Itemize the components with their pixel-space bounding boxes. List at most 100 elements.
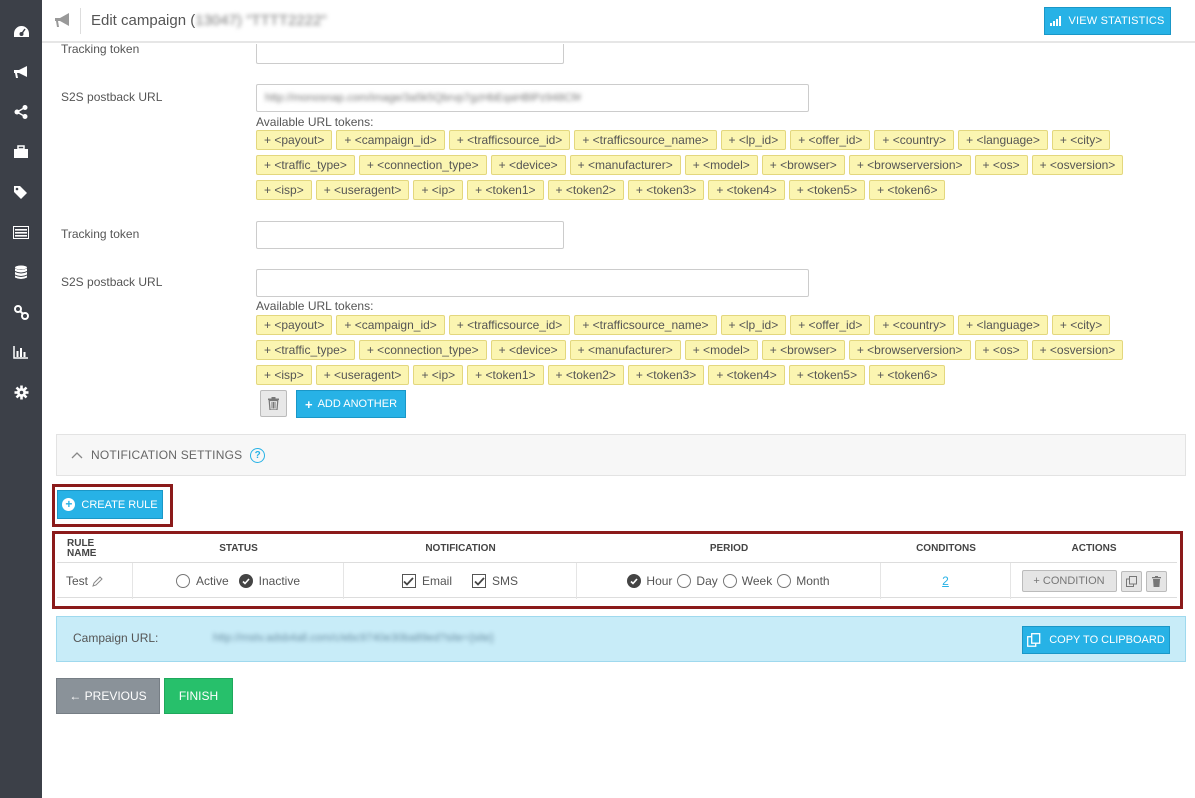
token-country[interactable]: + <country> — [874, 315, 955, 335]
delete-rule-button[interactable] — [1145, 570, 1167, 592]
token-useragent[interactable]: + <useragent> — [315, 180, 410, 200]
header-rule-name: RULE NAME — [67, 538, 97, 559]
token-token1[interactable]: + <token1> — [467, 365, 544, 385]
gear-icon[interactable] — [11, 382, 31, 402]
view-statistics-button[interactable]: VIEW STATISTICS — [1044, 7, 1171, 35]
tracking-token-input-1[interactable] — [256, 44, 564, 64]
token-token5[interactable]: + <token5> — [788, 365, 866, 385]
token-model[interactable]: + <model> — [684, 155, 758, 175]
copy-to-clipboard-button[interactable]: COPY TO CLIPBOARD — [1022, 626, 1170, 654]
token-model[interactable]: + <model> — [684, 340, 758, 360]
token-manufacturer[interactable]: + <manufacturer> — [569, 155, 681, 175]
previous-button[interactable]: ← PREVIOUS — [56, 678, 160, 714]
token-ip[interactable]: + <ip> — [413, 365, 464, 385]
pencil-icon[interactable] — [92, 575, 103, 587]
tracking-token-label-1: Tracking token — [61, 42, 140, 56]
period-day-radio[interactable] — [677, 574, 692, 588]
token-trafficsource-id[interactable]: + <trafficsource_id> — [448, 315, 571, 335]
tracking-token-input-2[interactable] — [256, 221, 564, 249]
add-another-button[interactable]: + ADD ANOTHER — [296, 390, 406, 418]
campaign-url-label: Campaign URL: — [73, 631, 159, 645]
token-osversion[interactable]: + <osversion> — [1031, 340, 1124, 360]
token-token4[interactable]: + <token4> — [708, 365, 785, 385]
header-actions: ACTIONS — [1071, 543, 1117, 554]
token-payout[interactable]: + <payout> — [256, 315, 333, 335]
token-campaign-id[interactable]: + <campaign_id> — [336, 315, 445, 335]
notification-settings-toggle[interactable]: NOTIFICATION SETTINGS ? — [56, 434, 1186, 476]
token-token6[interactable]: + <token6> — [869, 365, 946, 385]
token-token4[interactable]: + <token4> — [708, 180, 785, 200]
token-osversion[interactable]: + <osversion> — [1031, 155, 1124, 175]
email-checkbox[interactable] — [401, 574, 416, 588]
s2s-postback-input-2[interactable] — [256, 269, 809, 297]
copy-rule-button[interactable] — [1120, 570, 1142, 592]
token-isp[interactable]: + <isp> — [256, 365, 312, 385]
email-label: Email — [421, 574, 452, 588]
token-city[interactable]: + <city> — [1051, 315, 1111, 335]
token-language[interactable]: + <language> — [958, 130, 1048, 150]
help-icon[interactable]: ? — [250, 447, 266, 463]
database-icon[interactable] — [11, 262, 31, 282]
token-browserversion[interactable]: + <browserversion> — [848, 340, 971, 360]
token-city[interactable]: + <city> — [1051, 130, 1111, 150]
token-traffic-type[interactable]: + <traffic_type> — [256, 155, 355, 175]
add-condition-button[interactable]: + CONDITION — [1021, 570, 1117, 592]
tags-icon[interactable] — [11, 182, 31, 202]
token-os[interactable]: + <os> — [974, 340, 1028, 360]
token-connection-type[interactable]: + <connection_type> — [358, 155, 487, 175]
token-browser[interactable]: + <browser> — [761, 340, 845, 360]
list-icon[interactable] — [11, 222, 31, 242]
token-lp-id[interactable]: + <lp_id> — [720, 130, 787, 150]
token-device[interactable]: + <device> — [490, 340, 566, 360]
token-connection-type[interactable]: + <connection_type> — [358, 340, 487, 360]
link-icon[interactable] — [11, 302, 31, 322]
token-useragent[interactable]: + <useragent> — [315, 365, 410, 385]
token-manufacturer[interactable]: + <manufacturer> — [569, 340, 681, 360]
token-ip[interactable]: + <ip> — [413, 180, 464, 200]
s2s-postback-input-1[interactable]: http://monosnap.com/image/3a5k5Qbrvp7gzH… — [256, 84, 809, 112]
period-week-radio[interactable] — [722, 574, 737, 588]
conditions-count-link[interactable]: 2 — [942, 574, 949, 588]
token-trafficsource-name[interactable]: + <trafficsource_name> — [574, 130, 717, 150]
token-row-1a: + <payout> + <campaign_id> + <trafficsou… — [256, 130, 1111, 150]
token-token5[interactable]: + <token5> — [788, 180, 866, 200]
token-token2[interactable]: + <token2> — [547, 365, 624, 385]
token-offer-id[interactable]: + <offer_id> — [790, 315, 871, 335]
status-active-radio[interactable] — [175, 574, 190, 588]
token-trafficsource-id[interactable]: + <trafficsource_id> — [448, 130, 571, 150]
token-traffic-type[interactable]: + <traffic_type> — [256, 340, 355, 360]
token-country[interactable]: + <country> — [874, 130, 955, 150]
dashboard-icon[interactable] — [11, 22, 31, 42]
share-icon[interactable] — [11, 102, 31, 122]
token-browserversion[interactable]: + <browserversion> — [848, 155, 971, 175]
period-hour-radio[interactable] — [627, 574, 642, 588]
token-token2[interactable]: + <token2> — [547, 180, 624, 200]
token-offer-id[interactable]: + <offer_id> — [790, 130, 871, 150]
delete-postback-button[interactable] — [260, 390, 287, 417]
token-token1[interactable]: + <token1> — [467, 180, 544, 200]
view-statistics-label: VIEW STATISTICS — [1068, 15, 1165, 27]
megaphone-icon[interactable] — [11, 62, 31, 82]
token-lp-id[interactable]: + <lp_id> — [720, 315, 787, 335]
s2s-postback-label-2: S2S postback URL — [61, 275, 163, 289]
token-os[interactable]: + <os> — [974, 155, 1028, 175]
status-inactive-radio[interactable] — [238, 574, 253, 588]
period-month-radio[interactable] — [777, 574, 792, 588]
token-payout[interactable]: + <payout> — [256, 130, 333, 150]
sms-checkbox[interactable] — [472, 574, 486, 588]
token-device[interactable]: + <device> — [490, 155, 566, 175]
token-token3[interactable]: + <token3> — [627, 180, 705, 200]
token-browser[interactable]: + <browser> — [761, 155, 845, 175]
token-token6[interactable]: + <token6> — [869, 180, 946, 200]
bar-chart-icon[interactable] — [11, 342, 31, 362]
finish-button[interactable]: FINISH — [164, 678, 233, 714]
token-trafficsource-name[interactable]: + <trafficsource_name> — [574, 315, 717, 335]
available-tokens-label-1: Available URL tokens: — [256, 115, 374, 129]
token-isp[interactable]: + <isp> — [256, 180, 312, 200]
token-language[interactable]: + <language> — [958, 315, 1048, 335]
briefcase-icon[interactable] — [11, 142, 31, 162]
campaign-url-bar: Campaign URL: http://mstv.adsb4all.com/c… — [56, 616, 1186, 662]
token-token3[interactable]: + <token3> — [627, 365, 705, 385]
token-campaign-id[interactable]: + <campaign_id> — [336, 130, 445, 150]
create-rule-button[interactable]: + CREATE RULE — [57, 490, 163, 519]
